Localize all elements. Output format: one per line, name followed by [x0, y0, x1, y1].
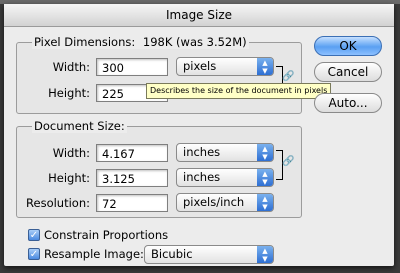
doc-height-field[interactable]: 3.125	[96, 169, 168, 187]
resample-image-checkbox[interactable]: ✓	[28, 248, 40, 260]
auto-button[interactable]: Auto...	[314, 93, 382, 113]
pixel-width-field[interactable]: 300	[96, 58, 168, 76]
doc-width-label: Width:	[52, 146, 90, 160]
link-icon: 🔗	[282, 156, 295, 167]
resolution-field[interactable]: 72	[96, 194, 168, 212]
popup-arrows-icon: ▲ ▼	[257, 169, 273, 186]
doc-height-label: Height:	[48, 171, 90, 185]
resolution-unit-value: pixels/inch	[183, 195, 245, 209]
cancel-button[interactable]: Cancel	[314, 62, 382, 82]
doc-width-unit-value: inches	[183, 145, 221, 159]
document-size-title: Document Size:	[32, 119, 127, 133]
doc-width-unit-popup[interactable]: inches ▲ ▼	[176, 143, 274, 162]
pixel-dimensions-title: Pixel Dimensions: 198K (was 3.52M)	[32, 35, 249, 49]
resample-image-label: Resample Image:	[44, 247, 144, 261]
resolution-label: Resolution:	[26, 196, 90, 210]
pixel-width-unit-popup[interactable]: pixels ▲ ▼	[176, 57, 274, 76]
pixel-width-label: Width:	[52, 60, 90, 74]
pixel-dimensions-label: Pixel Dimensions:	[34, 35, 136, 49]
checkmark-icon: ✓	[29, 249, 39, 260]
pixel-height-label: Height:	[48, 86, 90, 100]
popup-arrows-icon: ▲ ▼	[257, 194, 273, 211]
pixel-dimensions-tooltip: Describes the size of the document in pi…	[146, 83, 332, 99]
popup-arrows-icon: ▲ ▼	[257, 144, 273, 161]
resample-method-popup[interactable]: Bicubic ▲ ▼	[144, 245, 274, 264]
constrain-proportions-label: Constrain Proportions	[44, 228, 169, 242]
ok-button[interactable]: OK	[314, 36, 382, 56]
doc-height-unit-value: inches	[183, 170, 221, 184]
resolution-unit-popup[interactable]: pixels/inch ▲ ▼	[176, 193, 274, 212]
popup-arrows-icon: ▲ ▼	[257, 246, 273, 263]
pixel-width-unit-value: pixels	[183, 59, 217, 73]
constrain-proportions-checkbox[interactable]: ✓	[28, 229, 40, 241]
resample-method-value: Bicubic	[151, 247, 193, 261]
pixel-dimensions-group	[16, 42, 302, 114]
link-icon: 🔗	[282, 71, 295, 82]
popup-arrows-icon: ▲ ▼	[257, 58, 273, 75]
doc-height-unit-popup[interactable]: inches ▲ ▼	[176, 168, 274, 187]
image-size-dialog: Image Size Pixel Dimensions: 198K (was 3…	[4, 4, 394, 266]
pixel-dimensions-size: 198K (was 3.52M)	[142, 35, 247, 49]
doc-width-field[interactable]: 4.167	[96, 144, 168, 162]
checkmark-icon: ✓	[29, 230, 39, 241]
dialog-title: Image Size	[4, 4, 394, 27]
